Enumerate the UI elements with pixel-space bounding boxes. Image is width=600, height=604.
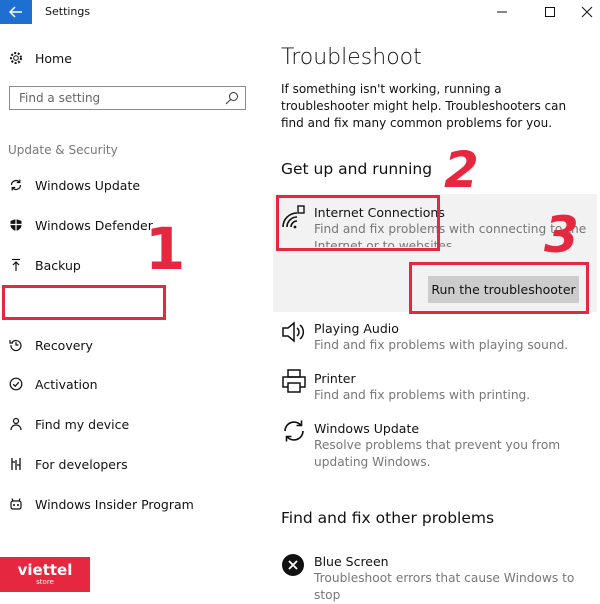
sidebar-item-home[interactable]: Home [0, 38, 260, 78]
section-heading-get-up-and-running: Get up and running [281, 160, 433, 178]
sidebar-item-label: Find my device [35, 416, 130, 432]
printer-icon [281, 368, 307, 394]
page-description: If something isn't working, running a tr… [281, 82, 567, 130]
person-pin-icon [8, 416, 24, 432]
maximize-button[interactable] [530, 0, 570, 24]
sidebar-item-windows-defender[interactable]: Windows Defender [0, 205, 260, 245]
page-title: Troubleshoot [281, 45, 422, 70]
close-button[interactable] [567, 0, 600, 24]
printer-title[interactable]: Printer [314, 371, 356, 386]
windows-update-title[interactable]: Windows Update [314, 421, 419, 436]
sidebar-item-activation[interactable]: Activation [0, 364, 260, 404]
logo-sub-text: store [36, 577, 54, 586]
sidebar-item-label: For developers [35, 456, 128, 472]
windows-update-desc: Resolve problems that prevent you from [314, 438, 561, 452]
speaker-icon [281, 320, 307, 344]
minimize-button[interactable] [482, 0, 522, 24]
shield-icon [8, 217, 24, 233]
windows-update-desc-2: updating Windows. [314, 455, 431, 469]
maximize-icon [545, 7, 555, 17]
annotation-box-2 [276, 195, 440, 251]
annotation-number-2: 2 [444, 141, 479, 199]
printer-desc: Find and fix problems with printing. [314, 388, 531, 402]
close-icon [581, 6, 593, 18]
annotation-box-3 [409, 262, 589, 314]
blue-screen-desc: Troubleshoot errors that cause Windows t… [314, 571, 575, 602]
section-heading-other-problems: Find and fix other problems [281, 509, 495, 527]
blue-screen-title[interactable]: Blue Screen [314, 554, 389, 569]
playing-audio-desc: Find and fix problems with playing sound… [314, 338, 569, 352]
search-placeholder: Find a setting [19, 91, 101, 105]
sidebar-item-label: Windows Insider Program [35, 496, 194, 512]
sidebar-item-find-my-device[interactable]: Find my device [0, 404, 260, 444]
viettel-store-logo: viettel store [0, 557, 90, 592]
logo-brand-text: viettel [17, 560, 73, 579]
annotation-box-1 [2, 285, 166, 320]
sidebar-item-windows-update[interactable]: Windows Update [0, 165, 260, 205]
search-icon [225, 92, 238, 105]
error-x-icon [281, 553, 305, 577]
gear-icon [8, 50, 24, 66]
sidebar-item-recovery[interactable]: Recovery [0, 325, 260, 365]
sidebar-item-windows-insider-program[interactable]: Windows Insider Program [0, 484, 260, 524]
window-title: Settings [45, 5, 91, 18]
sidebar-item-backup[interactable]: Backup [0, 245, 260, 285]
back-button[interactable] [0, 0, 32, 24]
search-input[interactable]: Find a setting [9, 86, 246, 110]
sidebar-section-heading: Update & Security [8, 143, 118, 157]
sidebar-item-label: Windows Update [35, 177, 141, 193]
sidebar-item-label: Backup [35, 257, 81, 273]
insider-icon [8, 496, 24, 512]
developer-tools-icon [8, 456, 24, 472]
sidebar-item-label: Recovery [35, 337, 93, 353]
refresh-icon [8, 177, 24, 193]
annotation-number-3: 3 [544, 206, 579, 264]
recovery-icon [8, 337, 24, 353]
sidebar-item-for-developers[interactable]: For developers [0, 444, 260, 484]
sidebar-item-label: Windows Defender [35, 217, 153, 233]
annotation-number-1: 1 [145, 215, 186, 283]
check-circle-icon [8, 376, 24, 392]
backup-arrow-icon [8, 257, 24, 273]
minimize-icon [497, 11, 507, 13]
refresh-icon [281, 418, 307, 444]
playing-audio-title[interactable]: Playing Audio [314, 321, 399, 336]
sidebar-item-label: Home [35, 50, 72, 66]
sidebar-item-label: Activation [35, 376, 98, 392]
back-arrow-icon [9, 6, 22, 18]
